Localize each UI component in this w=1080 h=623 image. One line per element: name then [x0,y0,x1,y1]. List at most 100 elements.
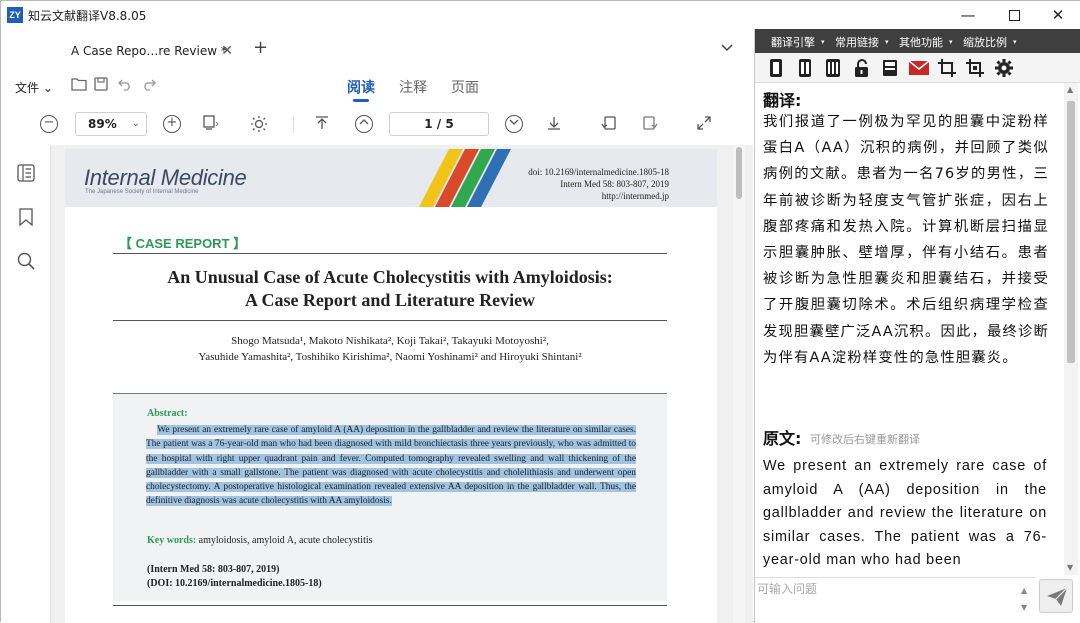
zoom-in-icon[interactable]: + [163,115,181,133]
translation-text[interactable]: 我们报道了一例极为罕见的胆囊中淀粉样蛋白A（AA）沉积的病例，并回顾了类似病例的… [763,109,1049,371]
panel-menu-bar: 翻译引擎 ▾ 常用链接 ▾ 其他功能 ▾ 缩放比例 ▾ [755,29,1080,53]
unlock-icon[interactable] [852,58,872,78]
first-page-icon[interactable] [312,115,332,135]
tab-annotate[interactable]: 注释 [399,77,427,97]
fullscreen-icon[interactable] [694,115,714,135]
pdf-reader: A Case Repo…re Review * ✕ + 文件 ⌄ 阅读 注释 页… [1,29,753,623]
last-page-icon[interactable] [544,115,564,135]
app-logo-icon: ZY [7,7,23,23]
menu-translation-engine[interactable]: 翻译引擎 [771,34,815,50]
journal-url: http://internmed.jp [601,191,669,201]
outline-icon[interactable] [16,163,38,185]
pdf-page: Internal Medicine The Japanese Society o… [65,149,717,623]
original-hint: 可修改后右键重新翻译 [810,433,920,446]
previous-page-icon[interactable] [355,115,373,133]
gear-icon[interactable] [994,58,1014,78]
bookmark-icon[interactable] [16,207,38,229]
abstract-heading: Abstract: [147,408,188,419]
doi-citation: (DOI: 10.2169/internalmedicine.1805-18) [147,578,322,589]
abstract-text[interactable]: We present an extremely rare case of amy… [146,423,636,509]
dropdown-icon: ▾ [885,38,889,46]
save-icon[interactable] [91,77,111,97]
translation-panel: 翻译引擎 ▾ 常用链接 ▾ 其他功能 ▾ 缩放比例 ▾ 翻译: 我们报道了一例极… [754,29,1080,623]
paper-title-line-2: A Case Report and Literature Review [244,290,536,310]
window-title: 知云文献翻译V8.8.05 [28,9,147,23]
panel-scrollbar[interactable]: ▲ ▼ [1064,83,1078,575]
divider [113,320,667,321]
authors-line-2: Yasuhide Yamashita², Toshihiko Kirishima… [198,351,582,363]
minimize-button[interactable]: — [945,1,991,29]
app-window: ZY 知云文献翻译V8.8.05 — ✕ .wbtn[data-name="mi… [0,0,1080,623]
open-folder-icon[interactable] [69,77,89,97]
close-button[interactable]: ✕ [1035,1,1080,29]
crop-icon[interactable] [937,58,957,78]
divider [113,605,667,606]
dropdown-icon: ▾ [821,38,825,46]
panel-toolbar [755,53,1080,83]
translation-content: 翻译: 我们报道了一例极为罕见的胆囊中淀粉样蛋白A（AA）沉积的病例，并回顾了类… [755,83,1063,575]
zoom-value: 89% [88,117,117,131]
undo-icon[interactable] [115,77,135,97]
viewer-scrollbar[interactable] [733,145,745,623]
tab-read[interactable]: 阅读 [347,77,375,97]
next-page-icon[interactable] [505,115,523,133]
rotate-right-icon[interactable] [640,115,660,135]
journal-subtitle: The Japanese Society of Internal Medicin… [85,189,199,195]
triple-column-icon[interactable] [823,58,843,78]
abstract-box: Abstract: We present an extremely rare c… [113,393,667,601]
original-heading: 原文: [763,429,802,448]
mail-icon[interactable] [908,58,930,78]
article-category: 【 CASE REPORT 】 [119,236,247,251]
window-split-icon[interactable] [880,58,900,78]
new-tab-button[interactable]: + [253,37,268,58]
close-tab-icon[interactable]: ✕ [221,37,233,65]
keywords-value: amyloidosis, amyloid A, acute cholecysti… [198,535,373,546]
document-tab[interactable]: A Case Repo…re Review * ✕ [57,37,243,69]
zoom-dropdown-icon: ⌄ [131,118,140,129]
search-icon[interactable] [16,251,38,273]
scroll-down-icon[interactable]: ▼ [1067,563,1073,572]
menu-other-functions[interactable]: 其他功能 [899,34,943,50]
active-tab-indicator [353,99,369,102]
maximize-button[interactable] [991,1,1037,29]
dropdown-icon: ▾ [1013,38,1017,46]
fit-page-icon[interactable] [201,115,221,135]
keywords: Key words: amyloidosis, amyloid A, acute… [147,535,373,546]
divider [113,253,667,254]
translation-heading: 翻译: [763,91,802,110]
crop-translate-icon[interactable] [965,58,985,78]
send-icon [1047,587,1068,606]
scroll-up-icon[interactable]: ▲ [1067,85,1073,94]
viewer-scrollbar-thumb[interactable] [736,147,742,199]
keywords-label: Key words: [147,535,197,546]
brightness-icon[interactable] [249,115,269,135]
menu-zoom-ratio[interactable]: 缩放比例 [963,34,1007,50]
left-sidebar [1,145,51,623]
tab-page[interactable]: 页面 [451,77,479,97]
document-tab-label: A Case Repo…re Review * [71,44,227,58]
maximize-icon [1008,10,1020,21]
view-toolbar: − 89% ⌄ + 1 / 5 [1,107,753,143]
input-scroll-arrows[interactable]: ▲ ▼ [1021,582,1027,616]
redo-icon[interactable] [139,77,159,97]
document-viewer[interactable]: Internal Medicine The Japanese Society o… [51,145,753,623]
zoom-select[interactable]: 89% ⌄ [75,112,147,136]
paper-title-line-1: An Unusual Case of Acute Cholecystitis w… [167,267,613,287]
double-column-icon[interactable] [795,58,815,78]
tab-list-chevron-icon[interactable] [721,41,733,55]
rotate-left-icon[interactable] [599,115,619,135]
page-number-input[interactable]: 1 / 5 [389,112,489,136]
panel-scrollbar-thumb[interactable] [1067,101,1075,363]
original-text[interactable]: We present an extremely rare case of amy… [763,455,1047,573]
question-input[interactable] [757,580,1019,620]
doi-line: doi: 10.2169/internalmedicine.1805-18 [528,167,669,177]
single-column-icon[interactable] [766,58,786,78]
file-menu[interactable]: 文件 ⌄ [15,79,53,96]
question-area: ▲▼ [755,577,1035,623]
selected-abstract-text[interactable]: We present an extremely rare case of amy… [146,425,636,507]
send-button[interactable] [1039,579,1073,613]
journal-header: Internal Medicine The Japanese Society o… [65,149,717,207]
menu-common-links[interactable]: 常用链接 [835,34,879,50]
zoom-out-icon[interactable]: − [40,115,58,133]
citation: (Intern Med 58: 803-807, 2019) [147,564,280,575]
